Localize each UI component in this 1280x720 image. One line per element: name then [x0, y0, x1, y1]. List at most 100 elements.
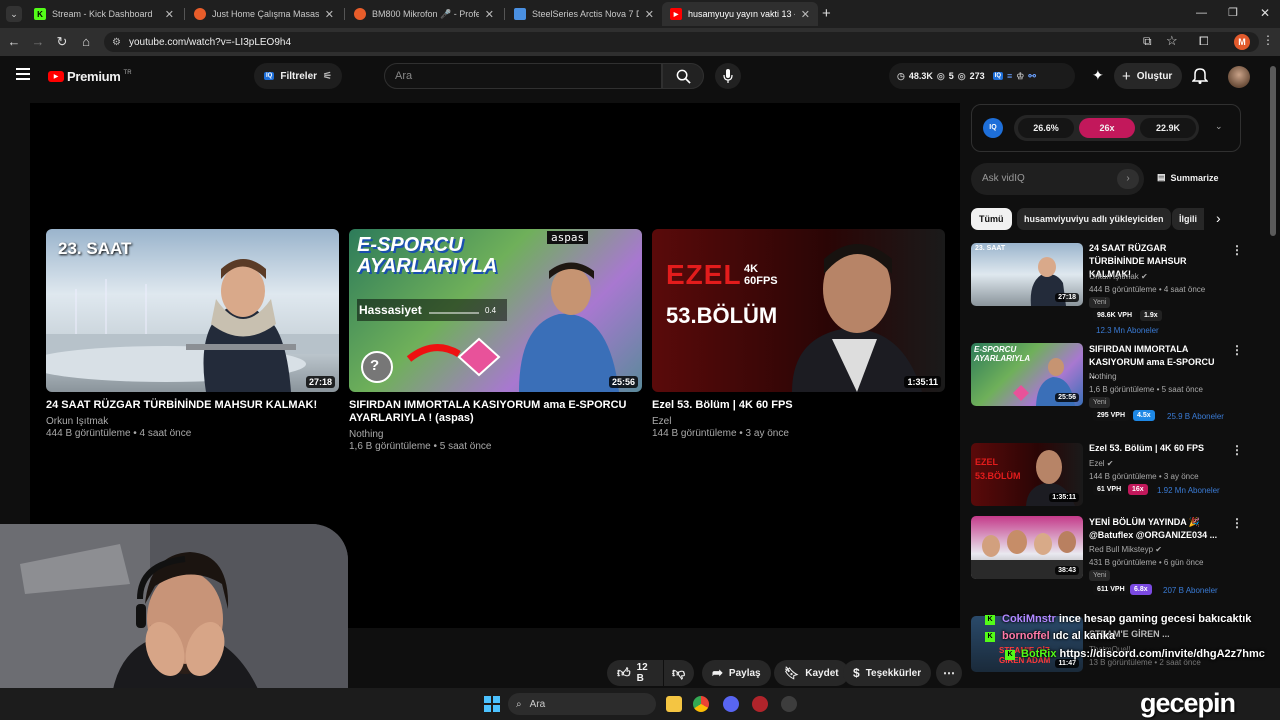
- taskbar-search-input[interactable]: ⌕ Ara: [508, 693, 656, 715]
- minimize-icon[interactable]: —: [1196, 7, 1207, 19]
- extensions-icon[interactable]: ⧠: [1199, 34, 1209, 49]
- summarize-button[interactable]: ▤ Summarize: [1157, 172, 1219, 183]
- duration-badge: 1:35:11: [904, 376, 941, 388]
- obs-icon[interactable]: [752, 696, 768, 712]
- bookmark-star-icon[interactable]: ☆: [1166, 33, 1178, 49]
- sidebar-thumbnail[interactable]: 23. SAAT 27:18: [971, 243, 1083, 306]
- address-bar[interactable]: ⚙ youtube.com/watch?v=-LI3pLEO9h4: [104, 32, 1259, 52]
- endscreen-video-2[interactable]: E-SPORCU AYARLARIYLA aspas Hassasiyet 0.…: [349, 229, 642, 392]
- thumb-overlay-tag: aspas: [547, 231, 589, 244]
- chrome-icon[interactable]: [693, 696, 709, 712]
- tab-desk[interactable]: Just Home Çalışma Masası - Be ✕: [186, 2, 342, 26]
- more-options-icon[interactable]: ⋮: [1231, 516, 1243, 530]
- save-button[interactable]: 🔖︎ Kaydet: [774, 660, 849, 686]
- chip-all[interactable]: Tümü: [971, 208, 1012, 230]
- endscreen-video-3[interactable]: EZEL 4K 60FPS 53.BÖLÜM 1:35:11: [652, 229, 945, 392]
- endscreen-title[interactable]: SIFIRDAN IMMORTALA KASIYORUM ama E-SPORC…: [349, 399, 639, 425]
- sidebar-thumbnail[interactable]: E-SPORCU AYARLARIYLA 25:56: [971, 343, 1083, 406]
- close-icon[interactable]: ✕: [645, 8, 654, 21]
- vidiq-stats-bar[interactable]: ◷ 48.3K ◎ 5 ◎ 273 IQ ≡ ♔ ⚯: [889, 63, 1075, 89]
- browser-menu-icon[interactable]: ⋮: [1262, 33, 1274, 47]
- search-button[interactable]: [662, 63, 704, 89]
- create-button[interactable]: + Oluştur: [1114, 63, 1182, 89]
- like-button[interactable]: 👍︎ 12 B: [607, 660, 663, 686]
- dislike-button[interactable]: 👎︎: [664, 660, 694, 686]
- sidebar-thumbnail[interactable]: 38:43: [971, 516, 1083, 579]
- vidiq-filters-button[interactable]: IQ Filtreler ⚟: [254, 63, 342, 89]
- profile-avatar[interactable]: M: [1234, 34, 1250, 50]
- vidiq-boost-icon[interactable]: ✦: [1092, 67, 1104, 84]
- chat-message: CokiMnstr ince hesap gaming gecesi bakıc…: [1002, 613, 1251, 625]
- sidebar-channel[interactable]: Nothing: [1089, 370, 1117, 383]
- sidebar-channel[interactable]: Red Bull Miksteyp ✔: [1089, 543, 1162, 556]
- sidebar-meta: 444 B görüntüleme • 4 saat önce: [1089, 285, 1206, 294]
- chevron-right-icon[interactable]: ›: [1216, 210, 1221, 226]
- sidebar-channel[interactable]: Orkun Işıtmak ✔: [1089, 270, 1148, 283]
- file-explorer-icon[interactable]: [666, 696, 682, 712]
- sidebar-thumbnail[interactable]: EZEL 53.BÖLÜM 1:35:11: [971, 443, 1083, 506]
- chip-uploader[interactable]: husamviyuviyu adlı yükleyiciden: [1017, 208, 1171, 230]
- notifications-bell-icon[interactable]: [1191, 66, 1209, 89]
- windows-start-icon[interactable]: [484, 696, 500, 712]
- more-options-icon[interactable]: ⋮: [1231, 243, 1243, 257]
- tab-title: Just Home Çalışma Masası - Be: [212, 9, 319, 19]
- shop-icon: [194, 8, 206, 20]
- channel-name: Orkun Işıtmak: [1089, 272, 1139, 281]
- thumb-overlay-text: EZEL 53.BÖLÜM: [975, 457, 1021, 481]
- discord-icon[interactable]: [723, 696, 739, 712]
- more-actions-button[interactable]: ⋯: [936, 660, 962, 686]
- reload-icon[interactable]: ↻: [54, 34, 70, 50]
- hamburger-menu-icon[interactable]: [16, 68, 30, 80]
- account-avatar[interactable]: [1228, 66, 1250, 88]
- endscreen-title[interactable]: Ezel 53. Bölüm | 4K 60 FPS: [652, 399, 945, 412]
- sidebar-video-title[interactable]: YENİ BÖLÜM YAYINDA 🎉 @Batuflex @ORGANIZE…: [1089, 516, 1224, 542]
- sidebar-channel[interactable]: Ezel ✔: [1089, 457, 1114, 470]
- more-options-icon[interactable]: ⋮: [1231, 443, 1243, 457]
- endscreen-video-1[interactable]: 23. SAAT 27:18: [46, 229, 339, 392]
- chip-related[interactable]: İlgili: [1172, 208, 1204, 230]
- tab-youtube[interactable]: ▶ husamyuyu yayın vakti 13 - You ✕: [662, 2, 818, 26]
- install-icon[interactable]: ⧉: [1143, 34, 1152, 49]
- tab-divider: [504, 8, 505, 20]
- back-icon[interactable]: ←: [6, 34, 22, 49]
- vidiq-logo-icon[interactable]: IQ: [983, 118, 1003, 138]
- thumb-overlay-episode: 53.BÖLÜM: [666, 303, 778, 328]
- chat-username: bornoffel: [1002, 630, 1050, 642]
- more-options-icon[interactable]: ⋮: [1231, 343, 1243, 357]
- home-icon[interactable]: ⌂: [78, 34, 94, 49]
- chevron-down-icon[interactable]: ⌄: [1215, 121, 1223, 132]
- site-info-icon[interactable]: ⚙: [112, 37, 121, 48]
- close-icon[interactable]: ✕: [485, 8, 494, 21]
- chat-text: ıdc al kanka: [1052, 630, 1116, 642]
- tab-search-icon[interactable]: ⌄: [6, 6, 22, 22]
- stat-b: 273: [969, 71, 985, 81]
- close-icon[interactable]: ✕: [165, 8, 174, 21]
- steam-icon[interactable]: [781, 696, 797, 712]
- multiplier-badge: 6.8x: [1130, 584, 1152, 595]
- new-tab-icon[interactable]: +: [822, 5, 831, 22]
- chat-message: bornoffel ıdc al kanka: [1002, 630, 1115, 642]
- restore-icon[interactable]: ❐: [1228, 6, 1238, 19]
- tab-microphone[interactable]: BM800 Mikrofon 🎤 - Profesyo ✕: [346, 2, 502, 26]
- search-input[interactable]: Ara: [384, 63, 662, 89]
- tab-steelseries[interactable]: SteelSeries Arctis Nova 7 Drago ✕: [506, 2, 662, 26]
- endscreen-title[interactable]: 24 SAAT RÜZGAR TÜRBİNİNDE MAHSUR KALMAK!: [46, 399, 339, 412]
- page-scrollbar[interactable]: [1270, 66, 1276, 236]
- close-window-icon[interactable]: ✕: [1260, 6, 1270, 20]
- forward-icon[interactable]: →: [30, 34, 46, 49]
- close-icon[interactable]: ✕: [801, 8, 810, 21]
- vph-badge: 295 VPH: [1093, 410, 1130, 421]
- duration-badge: 1:35:11: [1049, 493, 1079, 502]
- chat-text: ince hesap gaming gecesi bakıcaktık: [1058, 613, 1252, 625]
- voice-search-button[interactable]: [715, 63, 741, 89]
- close-icon[interactable]: ✕: [325, 8, 334, 21]
- thanks-button[interactable]: $ Teşekkürler: [843, 660, 932, 686]
- tab-kick-dashboard[interactable]: K Stream - Kick Dashboard ✕: [26, 2, 182, 26]
- ask-send-button[interactable]: ›: [1117, 169, 1139, 189]
- youtube-logo[interactable]: ▶ Premium TR: [48, 69, 132, 84]
- sidebar-video-title[interactable]: Ezel 53. Bölüm | 4K 60 FPS: [1089, 442, 1224, 455]
- verified-icon: ✔: [1155, 545, 1162, 554]
- duration-badge: 25:56: [608, 376, 638, 388]
- multiplier-badge: 1.9x: [1140, 310, 1162, 321]
- share-button[interactable]: ➦ Paylaş: [702, 660, 771, 686]
